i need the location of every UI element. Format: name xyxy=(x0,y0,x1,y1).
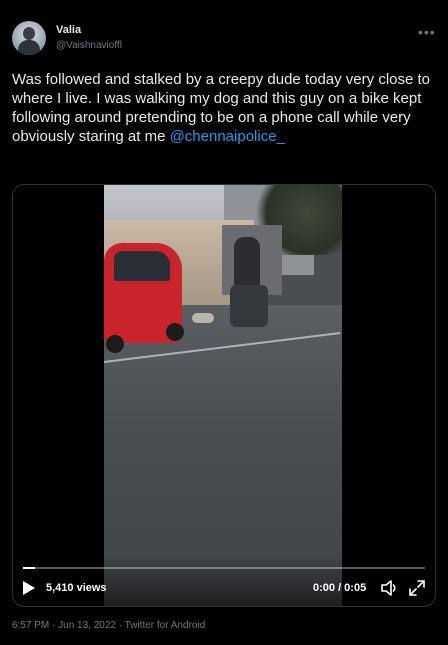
volume-icon[interactable] xyxy=(381,580,399,596)
video-player[interactable]: 5,410 views 0:00 / 0:05 xyxy=(12,184,436,607)
view-count: 5,410 views xyxy=(46,582,107,594)
video-car-wheel xyxy=(106,335,124,353)
tweet-metadata: 6:57 PM · Jun 13, 2022 · Twitter for And… xyxy=(12,620,206,631)
more-dots-icon[interactable]: ••• xyxy=(418,24,436,40)
video-bike xyxy=(230,285,268,327)
avatar-body xyxy=(18,40,40,55)
video-frame[interactable] xyxy=(104,185,342,606)
avatar-head xyxy=(23,27,35,40)
fullscreen-icon[interactable] xyxy=(409,580,425,596)
progress-bar[interactable] xyxy=(23,567,425,569)
video-dog xyxy=(192,313,214,323)
progress-fill xyxy=(23,567,36,569)
tweet-text: Was followed and stalked by a creepy dud… xyxy=(12,70,438,146)
video-car-window xyxy=(114,251,170,281)
play-icon[interactable] xyxy=(23,581,37,597)
display-name[interactable]: Valia xyxy=(56,24,81,36)
user-handle[interactable]: @Vaishnavioffl xyxy=(56,40,122,51)
avatar[interactable] xyxy=(12,21,46,55)
video-rider xyxy=(234,237,260,292)
tweet-card: Valia @Vaishnavioffl ••• Was followed an… xyxy=(0,0,448,645)
mention-link[interactable]: @chennaipolice_ xyxy=(170,128,285,145)
video-car-wheel xyxy=(166,323,184,341)
video-time: 0:00 / 0:05 xyxy=(313,582,367,594)
video-controls: 5,410 views 0:00 / 0:05 xyxy=(13,555,435,606)
